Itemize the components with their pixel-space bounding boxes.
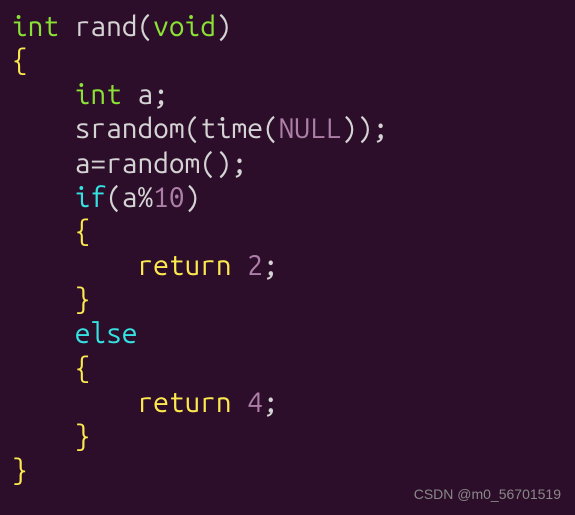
- watermark-text: CSDN @m0_56701519: [414, 486, 561, 503]
- code-line-8: return 2;: [12, 249, 563, 283]
- type-int: int: [12, 11, 59, 42]
- func-time: time: [200, 113, 263, 144]
- func-rand: rand: [75, 11, 138, 42]
- code-line-1: int rand(void): [12, 10, 563, 44]
- code-line-11: {: [12, 352, 563, 386]
- var-a-cond: a: [122, 182, 138, 213]
- var-a: a: [137, 79, 153, 110]
- code-line-7: {: [12, 215, 563, 249]
- num-2: 2: [247, 250, 263, 281]
- code-line-3: int a;: [12, 78, 563, 112]
- code-block: int rand(void) { int a; srandom(time(NUL…: [12, 10, 563, 488]
- code-line-9: }: [12, 283, 563, 317]
- code-line-2: {: [12, 44, 563, 78]
- keyword-return-1: return: [137, 250, 231, 281]
- code-line-5: a=random();: [12, 147, 563, 181]
- code-line-6: if(a%10): [12, 181, 563, 215]
- func-srandom: srandom: [75, 113, 185, 144]
- op-modulo: %: [137, 182, 153, 213]
- type-int-2: int: [75, 79, 122, 110]
- func-random: random: [106, 148, 200, 179]
- code-line-12: return 4;: [12, 386, 563, 420]
- code-line-14: }: [12, 454, 563, 488]
- keyword-if: if: [75, 182, 106, 213]
- num-4: 4: [247, 387, 263, 418]
- null-value: NULL: [279, 113, 342, 144]
- var-a-assign: a: [75, 148, 91, 179]
- keyword-void: void: [153, 11, 216, 42]
- code-line-10: else: [12, 317, 563, 351]
- code-line-4: srandom(time(NULL));: [12, 112, 563, 146]
- code-line-13: }: [12, 420, 563, 454]
- keyword-return-2: return: [137, 387, 231, 418]
- num-10: 10: [153, 182, 184, 213]
- keyword-else: else: [75, 318, 138, 349]
